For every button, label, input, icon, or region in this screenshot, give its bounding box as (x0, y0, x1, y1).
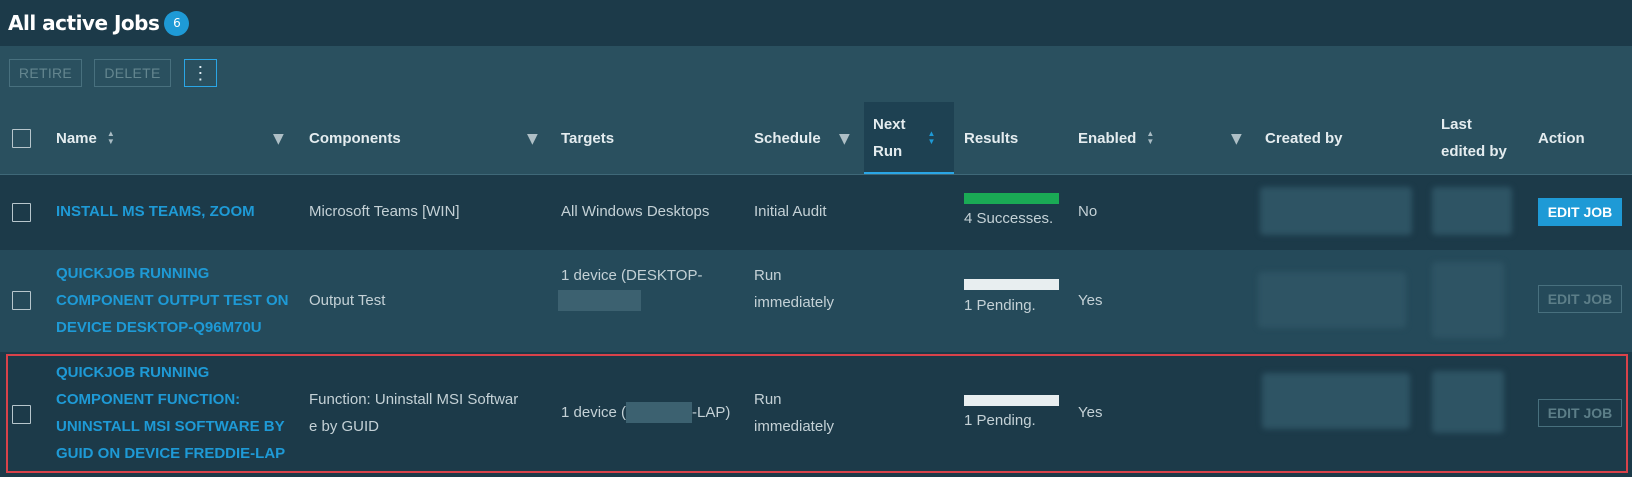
schedule-line: immediately (754, 294, 835, 311)
target-line: 1 device (DESKTOP- (561, 267, 703, 284)
sort-icon[interactable]: ▲ ▼ (107, 130, 115, 146)
job-name-link[interactable]: QUICKJOB RUNNING COMPONENT OUTPUT TEST O… (56, 260, 289, 341)
filter-icon[interactable]: ▼ (1231, 131, 1242, 147)
column-header-targets: Targets (561, 102, 614, 174)
column-header-last-edited-by: Last edited by (1441, 102, 1507, 174)
job-name-line: UNINSTALL MSI SOFTWARE BY (56, 418, 285, 435)
enabled-value: Yes (1078, 292, 1103, 309)
column-label-results: Results (964, 129, 1019, 147)
job-name-line: QUICKJOB RUNNING (56, 265, 210, 282)
job-schedule: Run immediately (754, 386, 834, 440)
result-text: 1 Pending. (964, 297, 1036, 314)
select-all-checkbox[interactable] (12, 129, 31, 148)
job-count-badge: 6 (164, 10, 190, 36)
schedule-line: Run (754, 391, 782, 408)
column-header-created-by: Created by (1265, 102, 1343, 174)
last-edited-by-redacted (1432, 371, 1504, 433)
column-label-last-edited-line2: edited by (1441, 143, 1507, 160)
job-name-line: DEVICE DESKTOP-Q96M70U (56, 319, 262, 336)
edit-job-button[interactable]: EDIT JOB (1538, 399, 1622, 427)
job-name-line: GUID ON DEVICE FREDDIE-LAP (56, 445, 286, 462)
job-targets: All Windows Desktops (561, 198, 709, 225)
created-by-redacted (1258, 272, 1406, 328)
table-row[interactable]: QUICKJOB RUNNING COMPONENT FUNCTION: UNI… (0, 353, 1632, 477)
filter-icon[interactable]: ▼ (527, 131, 538, 147)
edit-job-button[interactable]: EDIT JOB (1538, 198, 1622, 226)
schedule-line: Run (754, 267, 782, 284)
column-label-next-run-line1: Next (873, 116, 906, 133)
column-label-created-by: Created by (1265, 129, 1343, 147)
row-checkbox[interactable] (12, 203, 31, 222)
schedule-line: Initial Audit (754, 203, 827, 220)
edit-job-button[interactable]: EDIT JOB (1538, 285, 1622, 313)
job-name-line: INSTALL MS TEAMS, ZOOM (56, 203, 255, 220)
result-text: 4 Successes. (964, 210, 1054, 227)
result-progress-bar (964, 395, 1059, 406)
filter-icon[interactable]: ▼ (839, 131, 850, 147)
job-components: Output Test (309, 287, 385, 314)
column-label-targets: Targets (561, 129, 615, 147)
filter-icon[interactable]: ▼ (273, 131, 284, 147)
column-label-next-run-line2: Run (873, 143, 903, 160)
column-header-components: Components (309, 102, 401, 174)
table-header: Name ▲ ▼ ▼ Components ▼ Targets Schedule … (0, 102, 1632, 175)
result-progress-bar (964, 279, 1059, 290)
title-bar: All active Jobs 6 (0, 0, 1632, 46)
job-targets: 1 device (DESKTOP- (561, 262, 702, 289)
result-text: 1 Pending. (964, 412, 1036, 429)
column-header-next-run[interactable]: Next Run ▲ ▼ (873, 102, 935, 174)
sort-icon[interactable]: ▲ ▼ (1146, 130, 1154, 146)
component-line: Output Test (309, 292, 386, 309)
job-name-line: QUICKJOB RUNNING (56, 364, 210, 381)
column-header-enabled[interactable]: Enabled ▲ ▼ (1078, 102, 1154, 174)
job-targets: 1 device ( -LAP) (561, 399, 730, 426)
last-edited-by-redacted (1432, 262, 1504, 338)
job-components: Microsoft Teams [WIN] (309, 198, 460, 225)
target-suffix: -LAP) (692, 404, 731, 421)
column-label-enabled: Enabled (1078, 129, 1137, 147)
schedule-line: immediately (754, 418, 835, 435)
created-by-redacted (1260, 187, 1412, 235)
column-label-last-edited-line1: Last (1441, 116, 1472, 133)
table-row[interactable]: INSTALL MS TEAMS, ZOOM Microsoft Teams [… (0, 175, 1632, 250)
job-name-link[interactable]: QUICKJOB RUNNING COMPONENT FUNCTION: UNI… (56, 359, 285, 467)
job-schedule: Run immediately (754, 262, 834, 316)
enabled-value: Yes (1078, 404, 1103, 421)
column-header-name[interactable]: Name ▲ ▼ (56, 102, 115, 174)
enabled-value: No (1078, 203, 1098, 220)
target-prefix: 1 device ( (561, 404, 627, 421)
created-by-redacted (1262, 373, 1410, 429)
column-label-name: Name (56, 129, 97, 147)
column-label-schedule: Schedule (754, 129, 821, 147)
table-row[interactable]: QUICKJOB RUNNING COMPONENT OUTPUT TEST O… (0, 250, 1632, 353)
job-name-line: COMPONENT FUNCTION: (56, 391, 241, 408)
more-options-button[interactable]: ⋮ (184, 59, 217, 87)
column-label-components: Components (309, 129, 401, 147)
job-name-link[interactable]: INSTALL MS TEAMS, ZOOM (56, 198, 255, 225)
job-schedule: Initial Audit (754, 198, 827, 225)
component-line: Function: Uninstall MSI Softwar (309, 391, 519, 408)
component-line: e by GUID (309, 418, 380, 435)
row-checkbox[interactable] (12, 291, 31, 310)
job-components: Function: Uninstall MSI Softwar e by GUI… (309, 386, 518, 440)
job-name-line: COMPONENT OUTPUT TEST ON (56, 292, 289, 309)
page-title: All active Jobs (8, 11, 160, 35)
last-edited-by-redacted (1432, 187, 1512, 235)
result-progress-bar (964, 193, 1059, 204)
delete-button[interactable]: DELETE (94, 59, 171, 87)
row-checkbox[interactable] (12, 405, 31, 424)
column-label-action: Action (1538, 129, 1585, 147)
target-redaction (558, 290, 641, 311)
target-line: All Windows Desktops (561, 203, 710, 220)
column-header-schedule: Schedule (754, 102, 821, 174)
sort-active-icon[interactable]: ▲ ▼ (928, 130, 936, 146)
column-header-results: Results (964, 102, 1018, 174)
toolbar: RETIRE DELETE ⋮ (0, 46, 1632, 102)
retire-button[interactable]: RETIRE (9, 59, 82, 87)
target-redaction (626, 402, 693, 423)
column-header-action: Action (1538, 102, 1585, 174)
component-line: Microsoft Teams [WIN] (309, 203, 460, 220)
